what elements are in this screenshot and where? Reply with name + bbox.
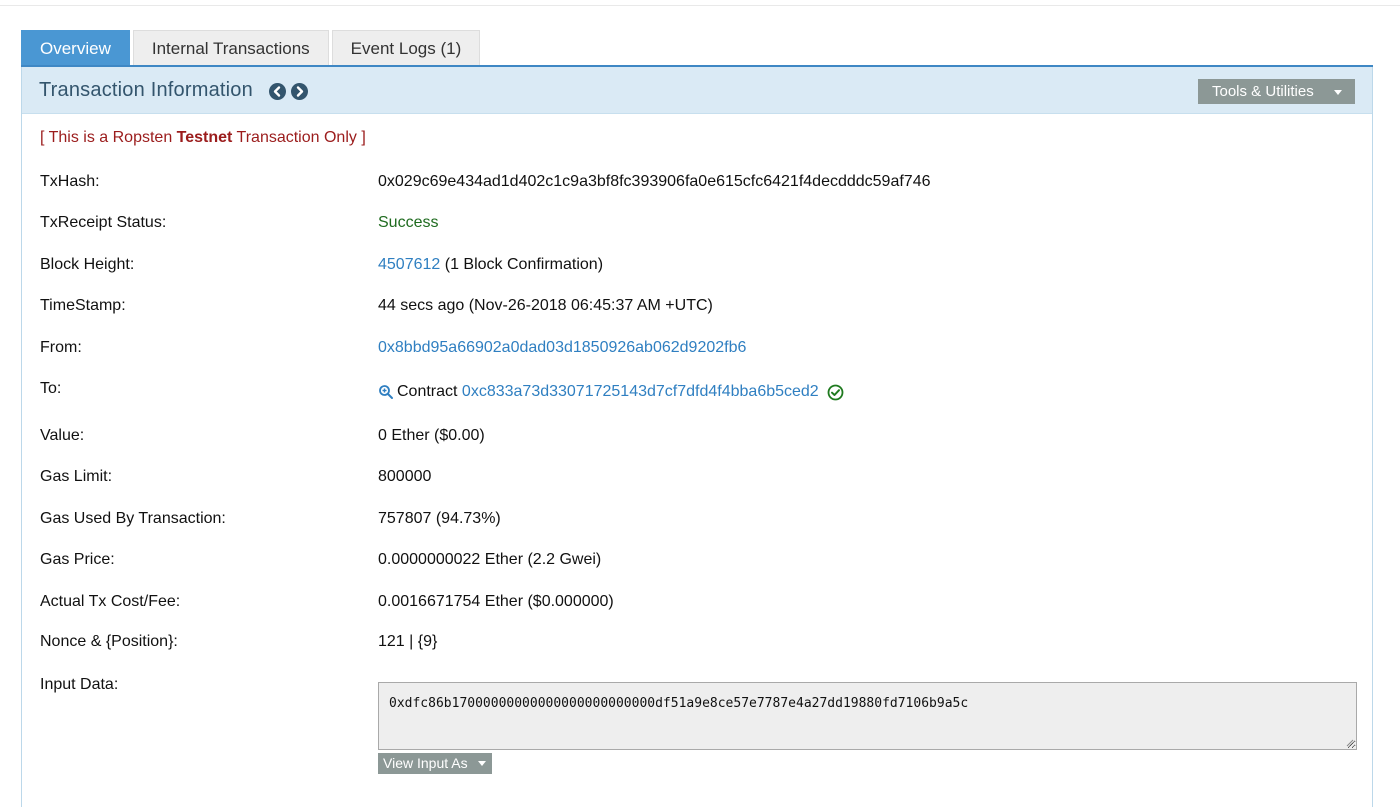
chevron-right-circle-icon[interactable]: [291, 83, 308, 100]
to-row: Contract 0xc833a73d33071725143d7cf7dfd4f…: [378, 383, 844, 401]
verified-check-icon: [827, 384, 844, 401]
chevron-down-icon: [478, 761, 486, 766]
from-label: From:: [40, 339, 82, 356]
gas-price-value: 0.0000000022 Ether (2.2 Gwei): [378, 551, 602, 568]
resize-grip-icon[interactable]: [1346, 739, 1354, 747]
gas-limit-label: Gas Limit:: [40, 468, 113, 485]
tools-utilities-button[interactable]: Tools & Utilities: [1198, 79, 1355, 104]
tx-fee-label: Actual Tx Cost/Fee:: [40, 593, 181, 610]
block-height-link[interactable]: 4507612: [378, 256, 440, 273]
zoom-search-icon[interactable]: [378, 384, 394, 400]
notice-prefix: [ This is a Ropsten: [40, 129, 177, 146]
tools-utilities-label: Tools & Utilities: [1212, 83, 1314, 100]
from-address-link[interactable]: 0x8bbd95a66902a0dad03d1850926ab062d9202f…: [378, 339, 746, 357]
status-value: Success: [378, 214, 439, 231]
block-height-label: Block Height:: [40, 256, 135, 273]
status-label: TxReceipt Status:: [40, 214, 167, 231]
view-input-as-label: View Input As: [383, 755, 468, 771]
input-data-value: 0xdfc86b17000000000000000000000000df51a9…: [389, 696, 969, 711]
nonce-value: 121 | {9}: [378, 633, 438, 650]
nonce-label: Nonce & {Position}:: [40, 633, 178, 650]
notice-suffix: Transaction Only ]: [232, 129, 366, 146]
txhash-value: 0x029c69e434ad1d402c1c9a3bf8fc393906fa0e…: [378, 173, 931, 190]
view-input-as-button[interactable]: View Input As: [378, 753, 492, 774]
gas-limit-value: 800000: [378, 468, 432, 485]
block-height-row: 4507612 (1 Block Confirmation): [378, 256, 603, 274]
tab-bar: Overview Internal Transactions Event Log…: [21, 30, 483, 66]
tab-internal-transactions[interactable]: Internal Transactions: [132, 30, 329, 66]
timestamp-value: 44 secs ago (Nov-26-2018 06:45:37 AM +UT…: [378, 297, 713, 314]
contract-address-link[interactable]: 0xc833a73d33071725143d7cf7dfd4f4bba6b5ce…: [462, 383, 819, 401]
value-amount: 0 Ether ($0.00): [378, 427, 485, 444]
tab-overview[interactable]: Overview: [21, 30, 130, 66]
tab-event-logs[interactable]: Event Logs (1): [331, 30, 481, 66]
block-confirmations: (1 Block Confirmation): [440, 256, 604, 273]
timestamp-label: TimeStamp:: [40, 297, 126, 314]
gas-price-label: Gas Price:: [40, 551, 115, 568]
chevron-down-icon: [1334, 90, 1342, 95]
tx-fee-value: 0.0016671754 Ether ($0.000000): [378, 593, 614, 610]
top-divider: [0, 5, 1400, 6]
value-label: Value:: [40, 427, 85, 444]
testnet-notice: [ This is a Ropsten Testnet Transaction …: [40, 129, 366, 147]
to-label: To:: [40, 380, 62, 397]
input-data-textarea[interactable]: 0xdfc86b17000000000000000000000000df51a9…: [378, 682, 1357, 750]
input-data-label: Input Data:: [40, 676, 119, 693]
page-title: Transaction Information: [39, 79, 253, 101]
transaction-panel: Transaction Information Tools & Utilitie…: [21, 67, 1373, 807]
txhash-label: TxHash:: [40, 173, 100, 190]
gas-used-label: Gas Used By Transaction:: [40, 510, 226, 527]
panel-header: Transaction Information Tools & Utilitie…: [22, 67, 1372, 114]
gas-used-value: 757807 (94.73%): [378, 510, 501, 527]
chevron-left-circle-icon[interactable]: [269, 83, 286, 100]
contract-prefix: Contract: [397, 383, 462, 400]
notice-bold: Testnet: [176, 129, 233, 146]
